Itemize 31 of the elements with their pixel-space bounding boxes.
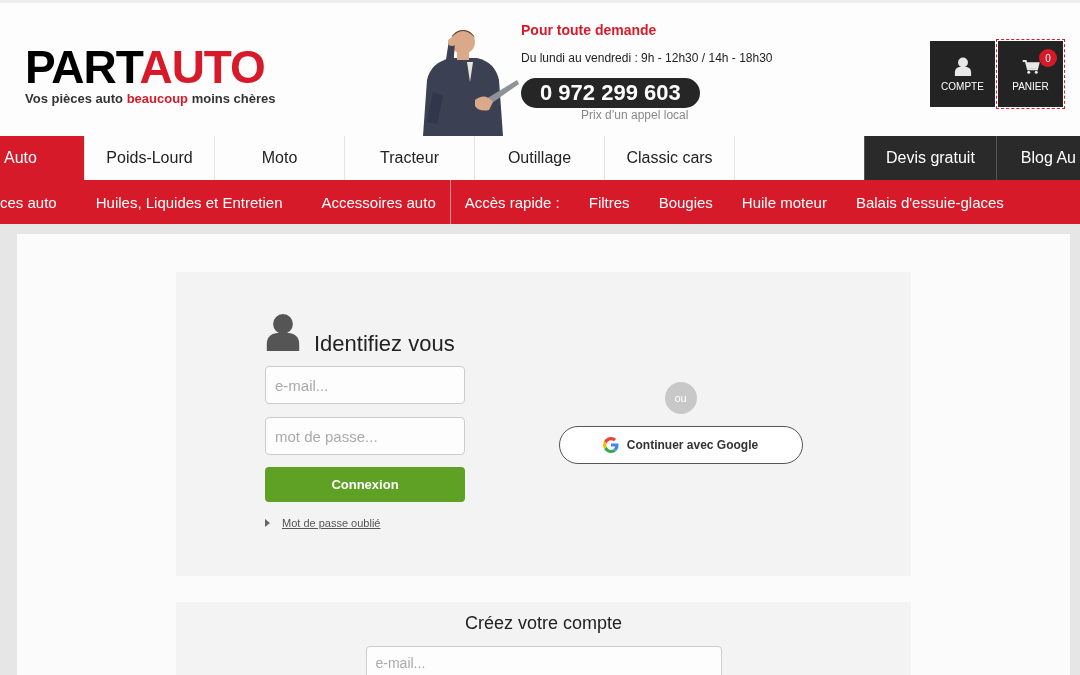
login-heading: Identifiez vous (314, 331, 455, 357)
call-price-note: Prix d’un appel local (581, 108, 689, 122)
quick-link[interactable]: Balais d'essuie-glaces (855, 193, 1004, 211)
forgot-password-link[interactable]: Mot de passe oublié (282, 517, 381, 529)
password-field[interactable]: mot de passe... (265, 417, 465, 455)
category-link[interactable]: Accessoires auto (321, 193, 436, 211)
caret-icon (265, 519, 270, 527)
tagline: Vos pièces auto beaucoup moins chères (25, 91, 276, 106)
user-icon (953, 56, 972, 77)
quick-access-label: Accès rapide : (464, 193, 560, 211)
create-account-heading: Créez votre compte (464, 613, 623, 634)
category-tab[interactable]: Auto (0, 136, 85, 180)
opening-hours: Du lundi au vendredi : 9h - 12h30 / 14h - 18h30 (521, 51, 773, 65)
category-link[interactable]: Huiles, Liquides et Entretien (95, 193, 283, 211)
cart-count-badge: 0 (1039, 49, 1057, 67)
google-signin-button[interactable]: Continuer avec Google (558, 426, 803, 464)
category-link[interactable]: ces auto (0, 193, 57, 211)
account-button[interactable]: COMPTE (930, 41, 995, 107)
quick-link[interactable]: Bougies (658, 193, 713, 211)
quick-link[interactable]: Filtres (588, 193, 630, 211)
nav-link-button[interactable]: Devis gratuit (863, 136, 996, 180)
contact-heading: Pour toute demande (521, 22, 657, 38)
email-field[interactable]: e-mail... (265, 366, 465, 404)
logo[interactable]: PARTAUTO (25, 45, 265, 89)
cart-button[interactable]: PANIER 0 (998, 41, 1063, 107)
user-icon (265, 312, 301, 354)
nav-link-button[interactable]: Blog Au (995, 136, 1080, 180)
email-field[interactable]: e-mail... (365, 646, 722, 675)
quick-link[interactable]: Huile moteur (741, 193, 827, 211)
google-icon (602, 437, 619, 453)
phone-number[interactable]: 0 972 299 603 (521, 78, 700, 108)
